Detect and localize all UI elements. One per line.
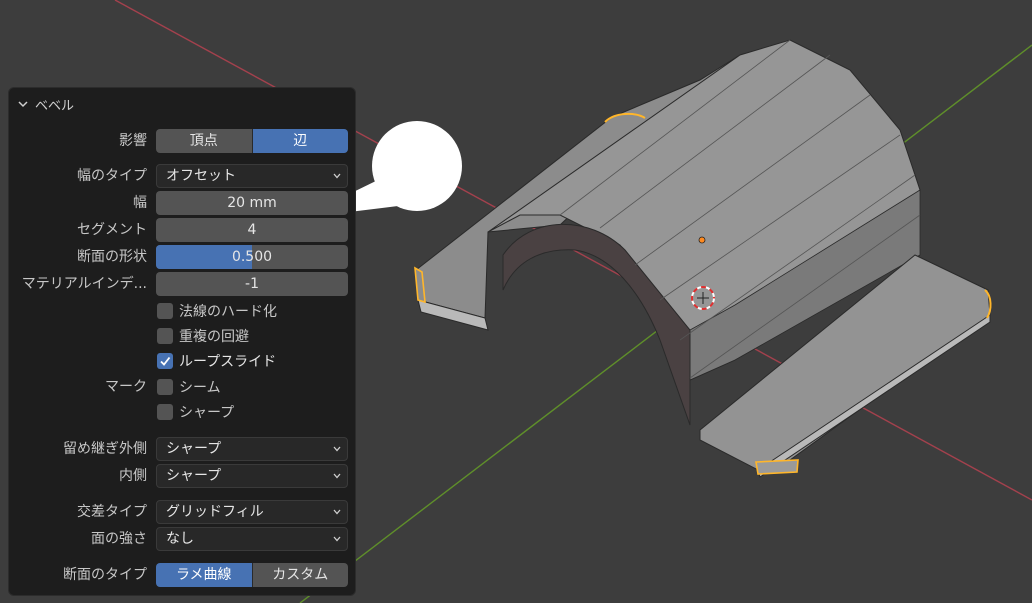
shape-value: 0.500	[231, 249, 273, 265]
material-index-value: -1	[245, 276, 259, 292]
mark-seam-checkbox[interactable]: シーム	[157, 377, 221, 397]
intersection-type-dropdown[interactable]: グリッドフィル	[156, 500, 348, 524]
chevron-down-icon	[333, 446, 341, 452]
affect-row: 影響 頂点 辺	[9, 129, 357, 153]
width-type-dropdown[interactable]: オフセット	[156, 164, 348, 188]
loop-slide-checkbox[interactable]: ループスライド	[157, 351, 276, 371]
miter-inner-row: 内側 シャープ	[9, 464, 357, 488]
intersection-type-value: グリッドフィル	[166, 504, 264, 520]
affect-option-edges[interactable]: 辺	[251, 129, 348, 153]
panel-title: ベベル	[35, 98, 75, 114]
miter-outer-row: 留め継ぎ外側 シャープ	[9, 437, 357, 461]
face-strength-row: 面の強さ なし	[9, 527, 357, 551]
object-origin	[698, 236, 706, 244]
intersection-type-row: 交差タイプ グリッドフィル	[9, 500, 357, 524]
segments-value: 4	[247, 222, 257, 238]
checkmark-icon	[160, 356, 171, 366]
chevron-down-icon	[333, 473, 341, 479]
affect-label: 影響	[119, 133, 147, 149]
width-field[interactable]: 20 mm	[156, 191, 348, 215]
intersection-type-label: 交差タイプ	[77, 504, 147, 520]
checkbox-label: 重複の回避	[179, 329, 249, 345]
checkbox-label: 法線のハード化	[179, 304, 277, 320]
width-type-label: 幅のタイプ	[77, 168, 147, 184]
bevel-operator-panel: ベベル 影響 頂点 辺 幅のタイプ オフセット 幅 20 mm セグメント 4 …	[8, 87, 356, 596]
chevron-down-icon	[333, 173, 341, 179]
segments-row: セグメント 4	[9, 218, 357, 242]
checkbox-box[interactable]	[157, 353, 173, 369]
width-value: 20 mm	[227, 195, 277, 211]
segments-field[interactable]: 4	[156, 218, 348, 242]
width-type-row: 幅のタイプ オフセット	[9, 164, 357, 188]
harden-normals-checkbox[interactable]: 法線のハード化	[157, 301, 277, 321]
face-strength-dropdown[interactable]: なし	[156, 527, 348, 551]
miter-outer-dropdown[interactable]: シャープ	[156, 437, 348, 461]
clamp-overlap-checkbox[interactable]: 重複の回避	[157, 326, 249, 346]
miter-inner-value: シャープ	[166, 468, 222, 484]
miter-outer-value: シャープ	[166, 441, 222, 457]
checkbox-label: ループスライド	[179, 354, 277, 370]
chevron-down-icon	[333, 509, 341, 515]
face-strength-value: なし	[166, 531, 194, 547]
width-row: 幅 20 mm	[9, 191, 357, 215]
segments-label: セグメント	[77, 222, 147, 238]
checkbox-label: シャープ	[179, 405, 235, 421]
checkbox-box[interactable]	[157, 379, 173, 395]
miter-inner-dropdown[interactable]: シャープ	[156, 464, 348, 488]
chevron-down-icon	[333, 536, 341, 542]
material-index-label: マテリアルインデ...	[21, 276, 147, 292]
checkbox-box[interactable]	[157, 328, 173, 344]
profile-type-toggle: ラメ曲線 カスタム	[156, 563, 348, 587]
mark-sharp-checkbox[interactable]: シャープ	[157, 402, 234, 422]
checkbox-box[interactable]	[157, 303, 173, 319]
profile-type-row: 断面のタイプ ラメ曲線 カスタム	[9, 563, 357, 587]
panel-header[interactable]: ベベル	[17, 94, 74, 114]
affect-option-vertices[interactable]: 頂点	[156, 129, 252, 153]
shape-slider[interactable]: 0.500	[156, 245, 348, 269]
profile-option-superellipse[interactable]: ラメ曲線	[156, 563, 252, 587]
miter-inner-label: 内側	[119, 468, 147, 484]
chevron-down-icon[interactable]	[17, 98, 29, 110]
width-label: 幅	[133, 195, 147, 211]
face-strength-label: 面の強さ	[91, 531, 147, 547]
selected-corner	[755, 459, 799, 475]
material-index-row: マテリアルインデ... -1	[9, 272, 357, 296]
shape-row: 断面の形状 0.500	[9, 245, 357, 269]
width-type-value: オフセット	[166, 168, 236, 184]
bevel-mesh-object[interactable]	[414, 39, 992, 478]
affect-toggle: 頂点 辺	[156, 129, 348, 153]
material-index-field[interactable]: -1	[156, 272, 348, 296]
checkbox-box[interactable]	[157, 404, 173, 420]
shape-label: 断面の形状	[77, 249, 147, 265]
mark-label: マーク	[105, 379, 147, 395]
profile-option-custom[interactable]: カスタム	[251, 563, 348, 587]
miter-outer-label: 留め継ぎ外側	[63, 441, 147, 457]
checkbox-label: シーム	[179, 380, 221, 396]
profile-type-label: 断面のタイプ	[63, 567, 147, 583]
